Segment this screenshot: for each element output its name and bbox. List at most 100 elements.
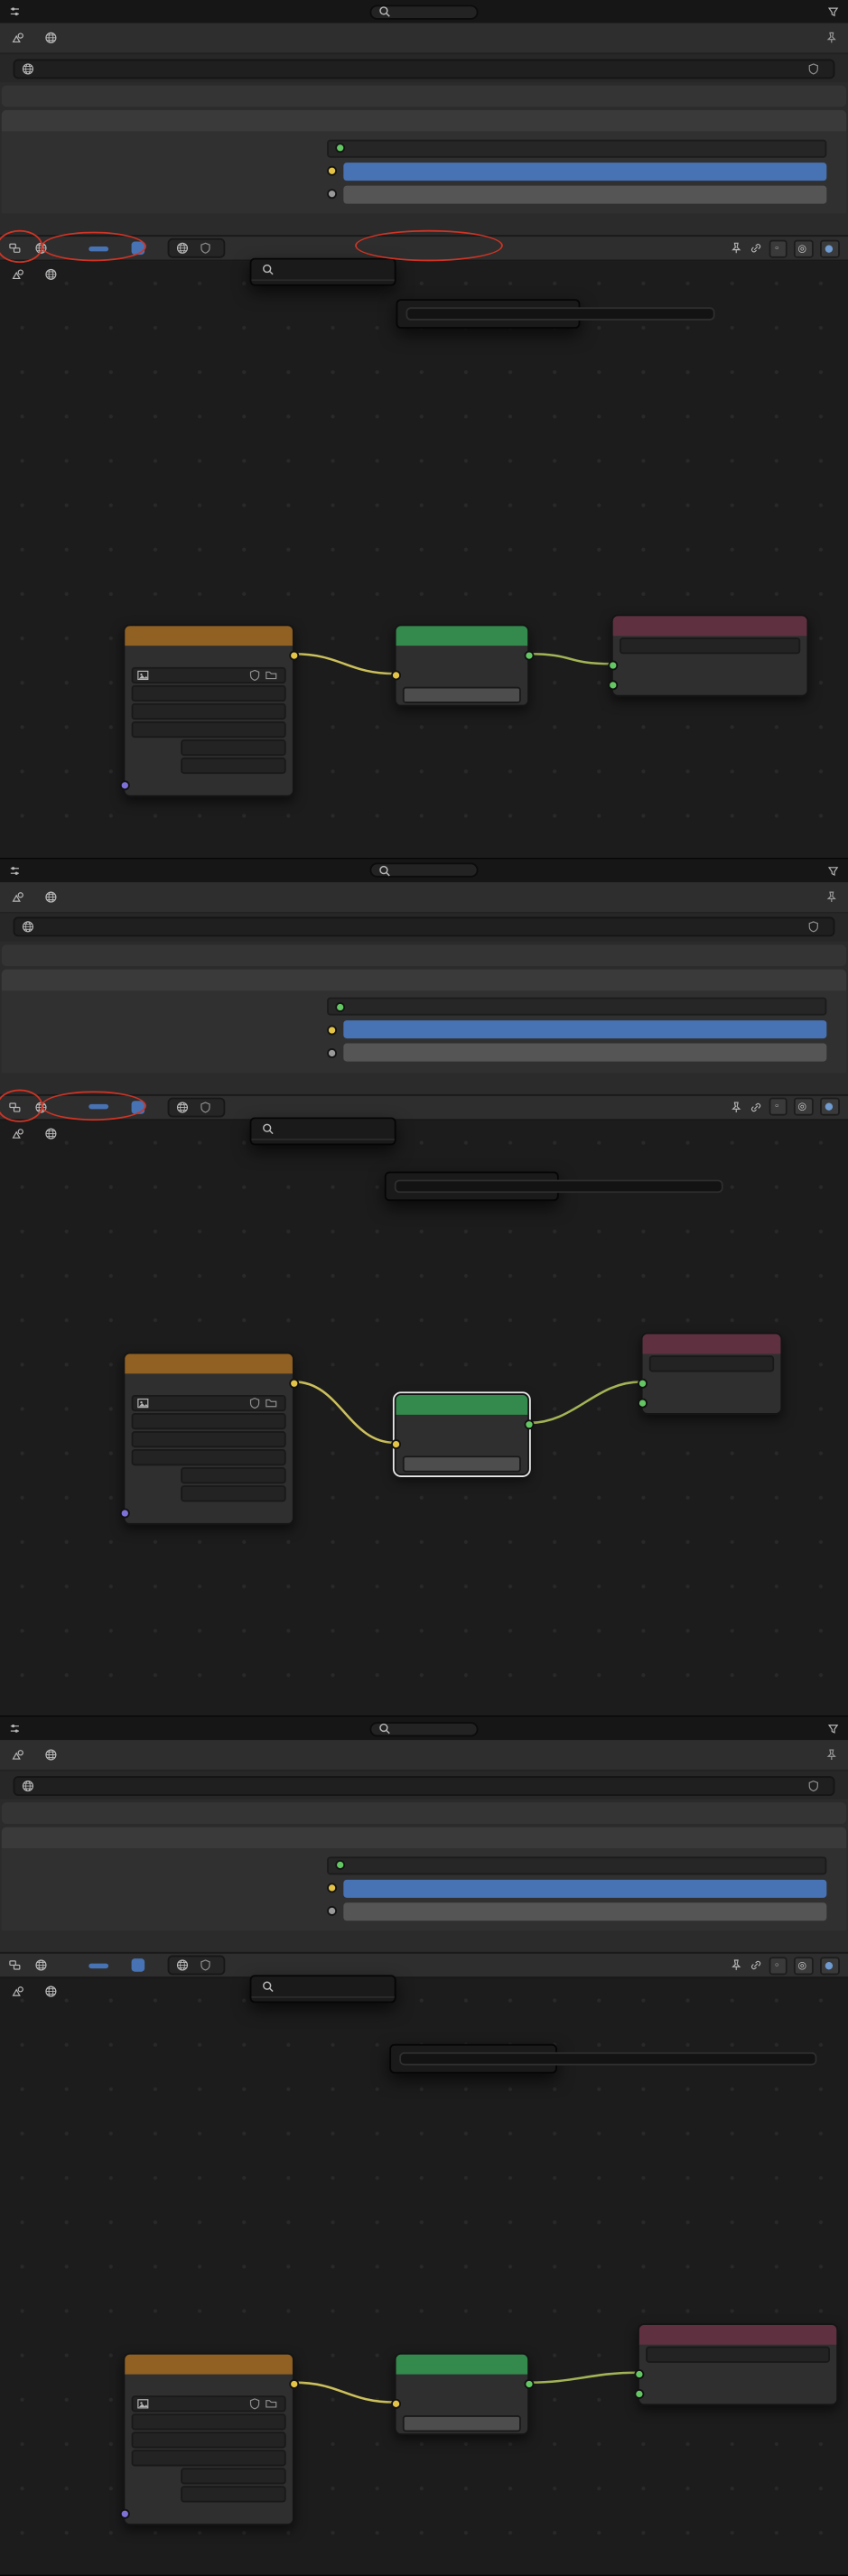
world-selector[interactable] (168, 238, 226, 258)
shading-button[interactable]: ● (820, 239, 840, 257)
fake-user-shield-icon[interactable] (248, 1396, 262, 1409)
open-image-icon[interactable] (265, 1396, 278, 1409)
world-selector[interactable] (168, 1956, 226, 1976)
link-icon[interactable] (750, 242, 763, 256)
color-input-socket[interactable] (390, 1438, 400, 1448)
world-datablock-selector[interactable] (14, 59, 835, 79)
strength-value-field[interactable] (343, 185, 826, 203)
surface-panel-header[interactable] (2, 110, 846, 132)
volume-input-socket[interactable] (637, 1398, 647, 1408)
background-node[interactable] (395, 1393, 529, 1475)
pin-icon[interactable] (825, 32, 839, 45)
surface-shader-field[interactable] (327, 139, 826, 157)
source-select[interactable] (132, 1448, 286, 1465)
snapping-button[interactable]: ◦ (769, 1098, 787, 1116)
environment-texture-node[interactable] (123, 625, 294, 797)
surface-input-socket[interactable] (607, 661, 617, 671)
interpolation-select[interactable] (132, 1412, 286, 1428)
pin-icon[interactable] (730, 1959, 743, 1973)
vector-input-socket[interactable] (119, 1508, 129, 1518)
world-datablock-selector[interactable] (14, 1776, 835, 1796)
colorspace-select[interactable] (181, 2469, 285, 2485)
overlays-button[interactable]: ◎ (793, 1098, 813, 1116)
preview-panel-header[interactable] (2, 86, 846, 107)
colorspace-select[interactable] (181, 739, 285, 756)
overlays-button[interactable]: ◎ (793, 239, 813, 257)
editor-type-button[interactable] (8, 1101, 23, 1114)
environment-texture-node[interactable] (123, 2353, 294, 2525)
shader-type-dropdown[interactable] (34, 242, 54, 256)
background-node[interactable] (395, 2353, 529, 2435)
surface-panel-header[interactable] (2, 1827, 846, 1849)
preview-panel-header[interactable] (2, 1803, 846, 1825)
background-output-socket[interactable] (524, 1419, 534, 1429)
target-select[interactable] (646, 2347, 830, 2363)
projection-select[interactable] (132, 2432, 286, 2449)
shader-type-dropdown[interactable] (34, 1959, 54, 1973)
snapping-button[interactable]: ◦ (769, 239, 787, 257)
alpha-select[interactable] (181, 1484, 285, 1501)
pin-icon[interactable] (825, 890, 839, 904)
properties-search-input[interactable] (369, 863, 478, 878)
color-output-socket[interactable] (288, 1378, 298, 1388)
open-image-icon[interactable] (265, 2398, 278, 2412)
pin-icon[interactable] (730, 1101, 743, 1114)
fake-user-shield-icon[interactable] (807, 61, 821, 75)
strength-field[interactable] (403, 1455, 521, 1472)
editor-type-button[interactable] (8, 242, 23, 256)
surface-input-socket[interactable] (637, 1378, 647, 1388)
alpha-select[interactable] (181, 758, 285, 774)
use-nodes-checkbox[interactable] (132, 1101, 150, 1114)
interpolation-select[interactable] (132, 2414, 286, 2431)
background-node[interactable] (395, 625, 529, 707)
volume-input-socket[interactable] (607, 680, 617, 690)
projection-select[interactable] (132, 703, 286, 720)
snapping-button[interactable]: ◦ (769, 1957, 787, 1975)
pin-icon[interactable] (825, 1749, 839, 1762)
use-nodes-checkbox[interactable] (132, 1959, 150, 1973)
filter-button[interactable] (826, 864, 840, 878)
overlays-button[interactable]: ◎ (793, 1957, 813, 1975)
menu-add[interactable] (89, 246, 108, 250)
fake-user-shield-icon[interactable] (199, 1101, 212, 1114)
pin-icon[interactable] (730, 242, 743, 256)
menu-search-input[interactable] (251, 1977, 394, 1999)
color-output-socket[interactable] (288, 2380, 298, 2390)
alpha-select[interactable] (181, 2487, 285, 2503)
use-nodes-checkbox[interactable] (132, 242, 150, 256)
strength-field[interactable] (403, 687, 521, 703)
editor-type-button[interactable] (8, 864, 23, 878)
shading-button[interactable]: ● (820, 1957, 840, 1975)
surface-panel-header[interactable] (2, 969, 846, 990)
vector-input-socket[interactable] (119, 780, 129, 790)
menu-add[interactable] (89, 1963, 108, 1967)
color-input-socket[interactable] (390, 670, 400, 680)
shading-button[interactable]: ● (820, 1098, 840, 1116)
environment-texture-node[interactable] (123, 1352, 294, 1524)
fake-user-shield-icon[interactable] (199, 1959, 212, 1973)
world-datablock-selector[interactable] (14, 917, 835, 937)
color-value-field[interactable] (343, 162, 826, 180)
world-output-node[interactable] (638, 2324, 838, 2406)
interpolation-select[interactable] (132, 685, 286, 702)
properties-search-input[interactable] (369, 5, 478, 19)
menu-add[interactable] (89, 1104, 108, 1109)
fake-user-shield-icon[interactable] (807, 1779, 821, 1792)
background-output-socket[interactable] (524, 2380, 534, 2390)
fake-user-shield-icon[interactable] (248, 669, 262, 683)
color-output-socket[interactable] (288, 651, 298, 661)
fake-user-shield-icon[interactable] (199, 242, 212, 256)
world-output-node[interactable] (611, 615, 808, 697)
shader-type-dropdown[interactable] (34, 1101, 54, 1114)
color-value-field[interactable] (343, 1879, 826, 1897)
background-output-socket[interactable] (524, 651, 534, 661)
open-image-icon[interactable] (265, 669, 278, 683)
fake-user-shield-icon[interactable] (807, 920, 821, 934)
link-icon[interactable] (750, 1959, 763, 1973)
link-icon[interactable] (750, 1101, 763, 1114)
strength-value-field[interactable] (343, 1902, 826, 1920)
color-value-field[interactable] (343, 1020, 826, 1038)
editor-type-button[interactable] (8, 1959, 23, 1973)
surface-shader-field[interactable] (327, 998, 826, 1016)
source-select[interactable] (132, 721, 286, 738)
